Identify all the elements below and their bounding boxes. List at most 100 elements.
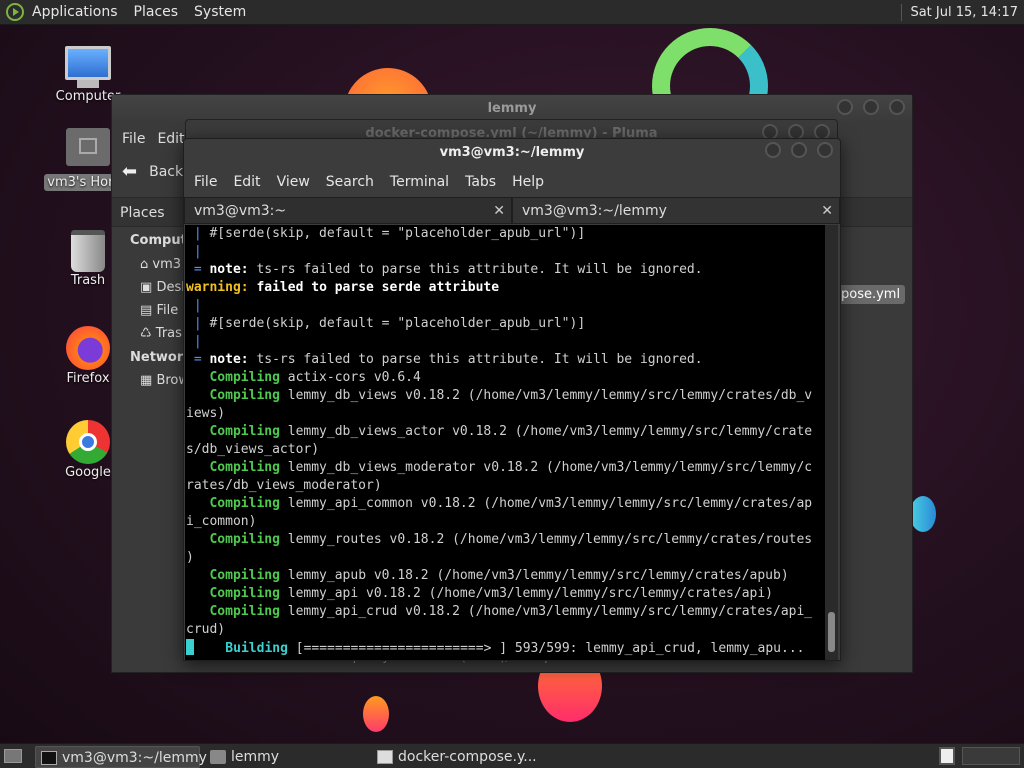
menu-file[interactable]: File: [186, 174, 225, 190]
back-arrow-icon: ⬅: [122, 161, 138, 182]
menu-tabs[interactable]: Tabs: [457, 174, 504, 190]
trash-icon: [71, 230, 105, 272]
task-file-manager[interactable]: lemmy: [205, 746, 365, 768]
terminal-text: Compiling: [186, 460, 280, 475]
menubar: File Edit View Search Terminal Tabs Help: [184, 169, 840, 195]
terminal-text: |: [186, 334, 202, 349]
terminal-text: note:: [209, 352, 249, 367]
clock[interactable]: Sat Jul 15, 14:17: [910, 0, 1018, 25]
wallpaper-shape: [910, 496, 936, 532]
menu-system[interactable]: System: [186, 0, 254, 25]
tab-home[interactable]: vm3@vm3:~ ✕: [184, 197, 512, 224]
computer-icon: [65, 46, 111, 80]
scrollbar[interactable]: [825, 225, 838, 660]
workspace-switcher-icon[interactable]: [939, 747, 955, 765]
menu-edit[interactable]: Edit: [155, 131, 186, 147]
terminal-text: ts-rs failed to parse this attribute. It…: [248, 352, 703, 367]
top-panel: Applications Places System Sat Jul 15, 1…: [0, 0, 1024, 25]
terminal-text: ): [186, 550, 194, 565]
terminal-line: Compiling lemmy_db_views_moderator v0.18…: [186, 459, 826, 477]
close-tab-icon[interactable]: ✕: [821, 198, 833, 225]
task-label: vm3@vm3:~/lemmy: [62, 750, 207, 766]
menu-edit[interactable]: Edit: [225, 174, 268, 190]
minimize-button[interactable]: [765, 142, 781, 158]
sidebar-item-label: vm3: [152, 257, 182, 272]
maximize-button[interactable]: [791, 142, 807, 158]
terminal-output[interactable]: | #[serde(skip, default = "placeholder_a…: [185, 225, 826, 660]
terminal-text: lemmy_db_views v0.18.2 (/home/vm3/lemmy/…: [279, 388, 813, 403]
terminal-text: Building: [194, 641, 288, 656]
terminal-line: Compiling lemmy_db_views_actor v0.18.2 (…: [186, 423, 826, 441]
terminal-line: s/db_views_actor): [186, 441, 826, 459]
task-text-editor[interactable]: docker-compose.y...: [372, 746, 552, 768]
minimize-button[interactable]: [837, 99, 853, 115]
menu-file[interactable]: File: [112, 131, 155, 147]
terminal-text: lemmy_db_views_actor v0.18.2 (/home/vm3/…: [279, 424, 813, 439]
terminal-line: |: [186, 333, 826, 351]
sidebar-item-home[interactable]: ⌂ vm3: [140, 257, 181, 272]
back-button[interactable]: ⬅ Back: [122, 161, 183, 182]
terminal-line: i_common): [186, 513, 826, 531]
terminal-line: Building [=======================> ] 593…: [186, 639, 826, 657]
terminal-line: crud): [186, 621, 826, 639]
maximize-button[interactable]: [863, 99, 879, 115]
terminal-text: |: [186, 298, 202, 313]
sidebar: Computer ⌂ vm3 ▣ Desktop ▤ File System ♺…: [112, 227, 262, 647]
terminal-text: lemmy_api_crud v0.18.2 (/home/vm3/lemmy/…: [279, 604, 813, 619]
task-terminal[interactable]: vm3@vm3:~/lemmy: [35, 746, 207, 768]
tab-lemmy[interactable]: vm3@vm3:~/lemmy ✕: [512, 197, 840, 224]
menu-places[interactable]: Places: [126, 0, 187, 25]
terminal-text: Compiling: [186, 496, 280, 511]
terminal-text: lemmy_db_views_moderator v0.18.2 (/home/…: [279, 460, 813, 475]
menu-terminal[interactable]: Terminal: [382, 174, 457, 190]
terminal-text: crud): [186, 622, 226, 637]
bottom-panel: vm3@vm3:~/lemmy lemmy docker-compose.y..…: [0, 743, 1024, 768]
terminal-line: Compiling actix-cors v0.6.4: [186, 369, 826, 387]
close-button[interactable]: [817, 142, 833, 158]
terminal-text: lemmy_apub v0.18.2 (/home/vm3/lemmy/lemm…: [279, 568, 789, 583]
desktop-icon-label: Firefox: [66, 371, 110, 386]
terminal-text: Compiling: [186, 388, 280, 403]
drive-icon: ▤: [140, 303, 153, 318]
terminal-line: | #[serde(skip, default = "placeholder_a…: [186, 315, 826, 333]
workspace-switcher-empty[interactable]: [962, 747, 1020, 765]
terminal-line: Compiling lemmy_db_views v0.18.2 (/home/…: [186, 387, 826, 405]
close-button[interactable]: [889, 99, 905, 115]
terminal-line: ): [186, 549, 826, 567]
terminal-text: |: [186, 244, 202, 259]
terminal-text: note:: [209, 262, 249, 277]
desktop-icon: ▣: [140, 280, 153, 295]
terminal-line: = note: ts-rs failed to parse this attri…: [186, 261, 826, 279]
desktop-icon-label: Google: [65, 465, 111, 480]
terminal-icon: [41, 751, 57, 765]
scrollbar-thumb[interactable]: [828, 612, 835, 652]
terminal-line: |: [186, 243, 826, 261]
wallpaper-shape: [363, 696, 389, 732]
terminal-text: Compiling: [186, 532, 280, 547]
mate-logo-icon[interactable]: [6, 3, 24, 21]
terminal-text: =: [186, 262, 210, 277]
menubar: File Edit: [112, 125, 187, 153]
menu-search[interactable]: Search: [318, 174, 382, 190]
network-icon: ▦: [140, 373, 153, 388]
close-tab-icon[interactable]: ✕: [493, 198, 505, 225]
task-label: lemmy: [231, 749, 280, 765]
terminal-window[interactable]: vm3@vm3:~/lemmy File Edit View Search Te…: [183, 138, 841, 661]
side-pane-title[interactable]: Places: [120, 205, 165, 221]
text-editor-icon: [377, 750, 393, 764]
menu-view[interactable]: View: [269, 174, 318, 190]
menu-applications[interactable]: Applications: [24, 0, 126, 25]
terminal-text: Compiling: [186, 370, 280, 385]
menu-help[interactable]: Help: [504, 174, 552, 190]
terminal-line: rates/db_views_moderator): [186, 477, 826, 495]
selected-file-label[interactable]: pose.yml: [836, 285, 906, 304]
terminal-text: actix-cors v0.6.4: [279, 370, 421, 385]
terminal-text: rates/db_views_moderator): [186, 478, 382, 493]
terminal-line: Compiling lemmy_apub v0.18.2 (/home/vm3/…: [186, 567, 826, 585]
show-desktop-icon[interactable]: [4, 749, 22, 763]
window-title: vm3@vm3:~/lemmy: [439, 145, 585, 160]
trash-small-icon: ♺: [140, 326, 152, 341]
tab-bar: vm3@vm3:~ ✕ vm3@vm3:~/lemmy ✕: [184, 197, 840, 224]
terminal-text: |: [186, 226, 210, 241]
terminal-line: = note: ts-rs failed to parse this attri…: [186, 351, 826, 369]
